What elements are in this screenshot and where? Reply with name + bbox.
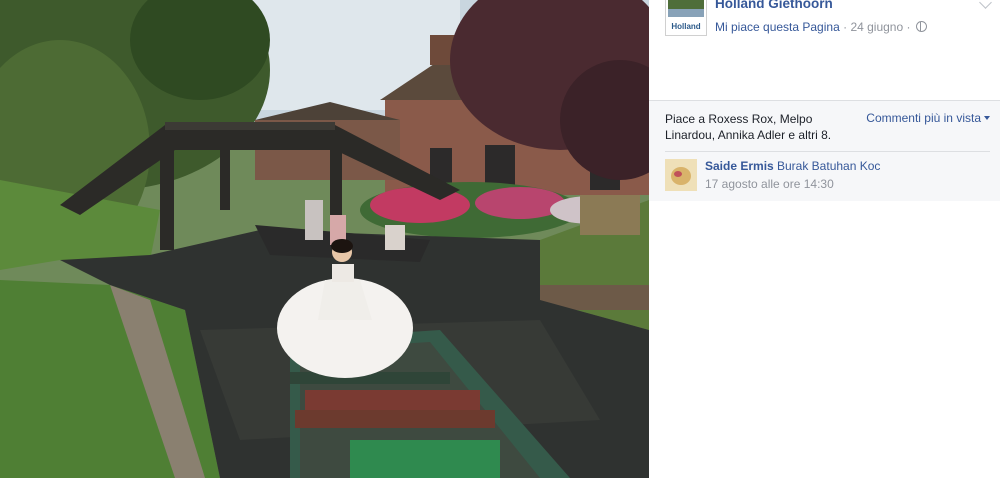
comments-divider	[665, 151, 990, 152]
comment-tagged-user-link[interactable]: Burak Batuhan Koc	[777, 159, 880, 173]
like-page-link[interactable]: Mi piace questa Pagina	[715, 20, 840, 34]
page-avatar-text: Holland	[671, 22, 700, 31]
post-photo[interactable]	[0, 0, 649, 478]
post-date[interactable]: 24 giugno	[850, 20, 903, 34]
page-avatar[interactable]: Holland	[665, 0, 707, 36]
commenter-avatar[interactable]	[665, 159, 697, 191]
page-avatar-image: Holland	[666, 0, 706, 35]
post-sidebar: Holland Holland Giethoorn Mi piace quest…	[649, 0, 1000, 478]
post-meta: Mi piace questa Pagina · 24 giugno ·	[715, 20, 927, 34]
comment-sort-label: Commenti più in vista	[866, 111, 981, 125]
canal-wedding-photo	[0, 0, 649, 478]
meta-separator: ·	[843, 20, 848, 34]
commenter-avatar-image	[665, 159, 697, 191]
comment-item: Saide Ermis Burak Batuhan Koc 17 agosto …	[665, 159, 995, 199]
page-name-link[interactable]: Holland Giethoorn	[715, 0, 833, 11]
comment-author-link[interactable]: Saide Ermis	[705, 159, 774, 173]
likes-summary[interactable]: Piace a Roxess Rox, Melpo Linardou, Anni…	[665, 111, 855, 143]
caret-down-icon	[984, 116, 990, 120]
meta-separator-2: ·	[906, 20, 911, 34]
comment-timestamp[interactable]: 17 agosto alle ore 14:30	[705, 177, 834, 191]
reactions-and-comments: Piace a Roxess Rox, Melpo Linardou, Anni…	[649, 101, 1000, 201]
comment-sort-dropdown[interactable]: Commenti più in vista	[866, 111, 990, 125]
globe-icon	[915, 21, 927, 32]
chevron-down-icon[interactable]	[979, 0, 992, 9]
post-header: Holland Holland Giethoorn Mi piace quest…	[649, 0, 1000, 100]
